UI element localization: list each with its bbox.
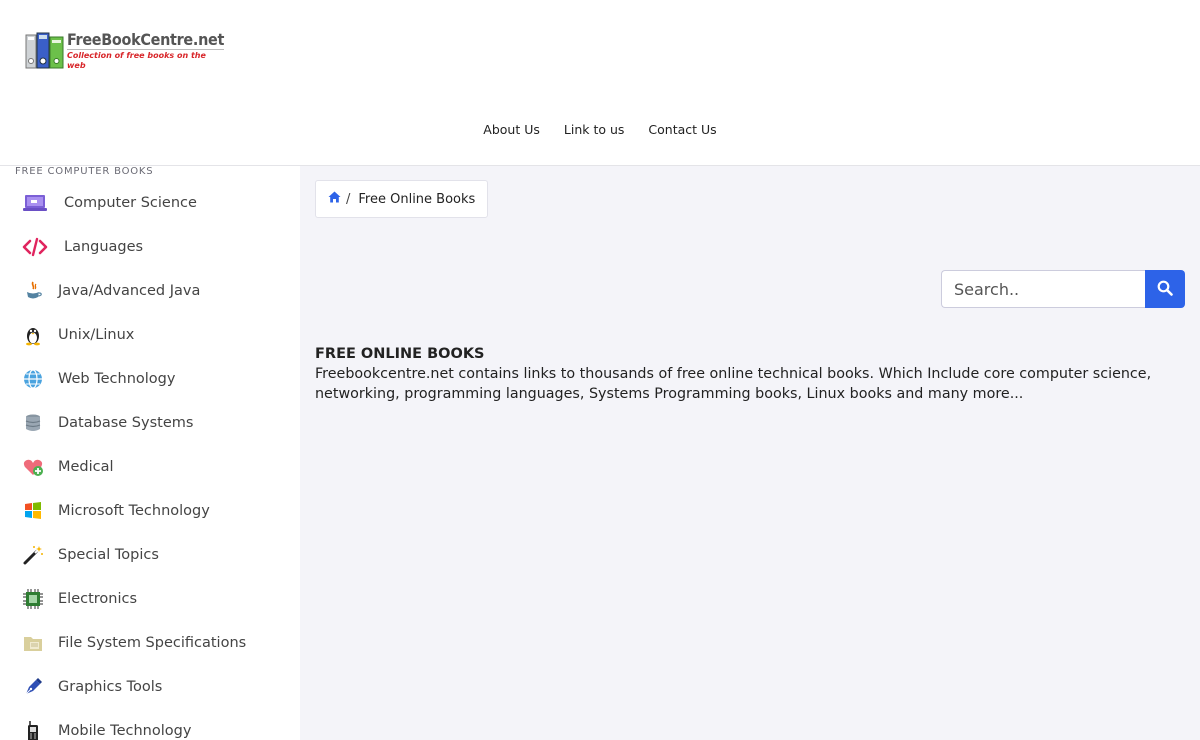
magic-wand-icon <box>22 544 44 566</box>
sidebar-item-languages[interactable]: Languages <box>0 225 300 269</box>
sidebar-item-graphics-tools[interactable]: Graphics Tools <box>0 665 300 709</box>
sidebar-item-label: Languages <box>64 239 144 255</box>
sidebar-item-label: Medical <box>58 459 114 475</box>
sidebar-item-electronics[interactable]: Electronics <box>0 577 300 621</box>
heart-plus-icon <box>22 456 44 478</box>
sidebar-item-label: Database Systems <box>58 415 194 431</box>
code-icon <box>22 236 48 258</box>
breadcrumb: / Free Online Books <box>315 180 489 218</box>
breadcrumb-current: Free Online Books <box>358 191 476 207</box>
books-logo-icon <box>25 31 65 71</box>
search-icon <box>1157 280 1173 299</box>
sidebar-item-medical[interactable]: Medical <box>0 445 300 489</box>
site-header: FreeBookCentre.net Collection of free bo… <box>0 0 1200 166</box>
chip-icon <box>22 588 44 610</box>
sidebar-item-label: File System Specifications <box>58 635 247 651</box>
windows-icon <box>22 500 44 522</box>
java-icon <box>22 280 44 302</box>
sidebar-item-label: Special Topics <box>58 547 159 563</box>
sidebar-item-special-topics[interactable]: Special Topics <box>0 533 300 577</box>
sidebar-item-label: Electronics <box>58 591 138 607</box>
penguin-icon <box>22 324 44 346</box>
search-form <box>941 270 1185 308</box>
sidebar-item-unix-linux[interactable]: Unix/Linux <box>0 313 300 357</box>
sidebar-item-label: Computer Science <box>64 195 197 211</box>
intro-text: Freebookcentre.net contains links to tho… <box>315 366 1152 402</box>
nav-contact-us[interactable]: Contact Us <box>636 122 728 137</box>
sidebar-item-file-system-specifications[interactable]: File System Specifications <box>0 621 300 665</box>
search-input[interactable] <box>941 270 1145 308</box>
sidebar-item-database-systems[interactable]: Database Systems <box>0 401 300 445</box>
mobile-phone-icon <box>22 720 44 740</box>
sidebar-list: Computer Science Languages Java/Advanced… <box>0 181 300 740</box>
intro-section: FREE ONLINE BOOKS Freebookcentre.net con… <box>315 344 1175 404</box>
logo-name: FreeBookCentre.net <box>67 30 225 49</box>
sidebar-item-label: Unix/Linux <box>58 327 135 343</box>
logo-text: FreeBookCentre.net Collection of free bo… <box>67 31 224 71</box>
sidebar-heading: FREE COMPUTER BOOKS <box>15 166 154 177</box>
nav-link-to-us[interactable]: Link to us <box>552 122 637 137</box>
top-nav: About Us Link to us Contact Us <box>0 122 1200 137</box>
sidebar-item-computer-science[interactable]: Computer Science <box>0 181 300 225</box>
sidebar-item-label: Java/Advanced Java <box>58 283 201 299</box>
site-logo[interactable]: FreeBookCentre.net Collection of free bo… <box>25 30 224 72</box>
sidebar-item-web-technology[interactable]: Web Technology <box>0 357 300 401</box>
search-button[interactable] <box>1145 270 1185 308</box>
logo-tagline: Collection of free books on the web <box>67 49 225 71</box>
breadcrumb-separator: / <box>346 191 351 207</box>
sidebar-item-label: Mobile Technology <box>58 723 192 739</box>
pen-icon <box>22 676 44 698</box>
main-content: / Free Online Books FREE ONLINE BOOKS Fr… <box>300 166 1200 740</box>
sidebar-item-java[interactable]: Java/Advanced Java <box>0 269 300 313</box>
sidebar-item-label: Microsoft Technology <box>58 503 210 519</box>
laptop-icon <box>22 192 48 214</box>
sidebar: FREE COMPUTER BOOKS Computer Science Lan… <box>0 166 300 740</box>
nav-about-us[interactable]: About Us <box>471 122 552 137</box>
sidebar-item-label: Graphics Tools <box>58 679 163 695</box>
sidebar-item-microsoft-technology[interactable]: Microsoft Technology <box>0 489 300 533</box>
sidebar-item-label: Web Technology <box>58 371 176 387</box>
page-title: FREE ONLINE BOOKS <box>315 346 485 362</box>
database-icon <box>22 412 44 434</box>
folder-icon <box>22 632 44 654</box>
globe-icon <box>22 368 44 390</box>
home-icon[interactable] <box>328 191 341 207</box>
sidebar-item-mobile-technology[interactable]: Mobile Technology <box>0 709 300 740</box>
